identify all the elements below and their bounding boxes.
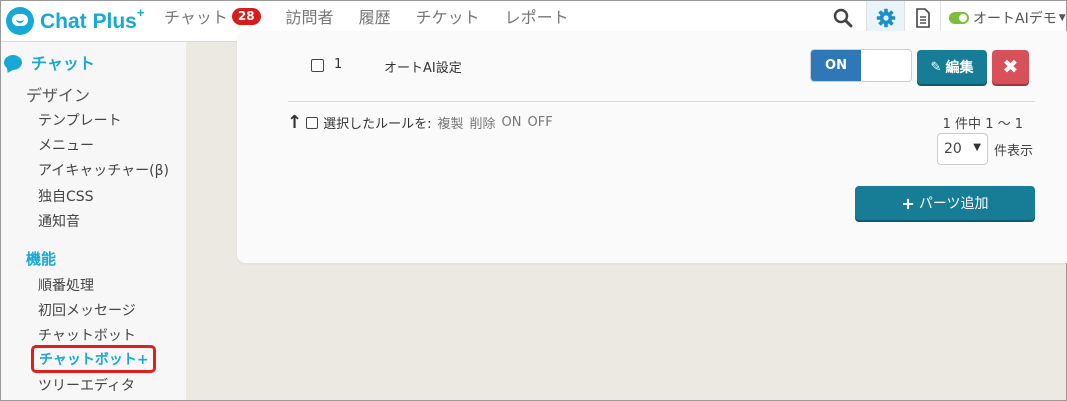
arrow-up-icon: ↑ <box>287 111 303 133</box>
result-count: 1 件中 1 ～ 1 <box>942 117 1023 132</box>
toggle-on-label: ON <box>811 50 861 81</box>
nav-chat-label: チャット <box>164 8 228 27</box>
rule-row-checkbox[interactable] <box>311 59 324 72</box>
account-name: オートAIデモ <box>973 11 1057 27</box>
sidebar-item-chatbot[interactable]: チャットボット <box>38 325 136 345</box>
nav-visitors[interactable]: 訪問者 <box>286 1 334 31</box>
chat-bubble-icon <box>4 54 22 70</box>
main-nav: チャット 28 訪問者 履歴 チケット レポート <box>164 1 594 31</box>
gear-icon <box>876 8 895 28</box>
rule-name: オートAI設定 <box>384 61 462 76</box>
caret-down-icon: ▼ <box>1058 13 1066 23</box>
nav-tickets[interactable]: チケット <box>416 1 480 31</box>
sidebar-header-chat[interactable]: チャット <box>4 50 95 74</box>
sidebar-item-notification-sound[interactable]: 通知音 <box>38 211 80 231</box>
close-icon: ✖ <box>1002 56 1019 78</box>
document-button[interactable] <box>904 1 940 35</box>
search-icon <box>833 8 853 28</box>
sidebar-header-label: チャット <box>31 54 95 73</box>
bulk-on-link[interactable]: ON <box>502 115 522 130</box>
sidebar-item-first-message[interactable]: 初回メッセージ <box>38 300 136 320</box>
chat-count-badge: 28 <box>231 7 261 25</box>
chevron-down-icon: ▼ <box>973 142 981 153</box>
rule-number: 1 <box>334 57 343 72</box>
nav-chat[interactable]: チャット 28 <box>164 1 261 31</box>
sidebar-item-chatbot-plus[interactable]: チャットボット+ <box>31 345 156 373</box>
select-all-checkbox[interactable] <box>306 116 319 129</box>
bulk-actions: ↑ 選択したルールを: 複製 削除 ON OFF <box>287 113 553 132</box>
bulk-duplicate-link[interactable]: 複製 <box>437 113 463 132</box>
nav-reports[interactable]: レポート <box>505 1 569 31</box>
bulk-label: 選択したルールを: <box>323 117 432 132</box>
add-parts-button[interactable]: + パーツ追加 <box>855 186 1035 220</box>
sidebar: チャット デザイン テンプレート メニュー アイキャッチャー(β) 独自CSS … <box>1 42 186 400</box>
rule-on-off-toggle[interactable]: ON <box>810 49 912 82</box>
sidebar-item-queue[interactable]: 順番処理 <box>38 275 94 295</box>
sidebar-category-design[interactable]: デザイン <box>26 82 90 106</box>
divider <box>288 101 1035 102</box>
search-button[interactable] <box>826 1 860 35</box>
bulk-off-link[interactable]: OFF <box>527 115 552 130</box>
top-icon-group: オートAIデモ ▼ <box>826 1 1066 35</box>
sidebar-item-tree-editor[interactable]: ツリーエディタ <box>38 375 135 395</box>
document-icon <box>915 8 930 28</box>
chatplus-logo-icon <box>6 7 34 35</box>
brand-name: Chat Plus+ <box>40 5 145 33</box>
per-page-control: 20 ▼ 件表示 <box>937 133 1033 165</box>
delete-button[interactable]: ✖ <box>992 50 1029 84</box>
edit-button-label: 編集 <box>945 60 974 76</box>
account-status-menu[interactable]: オートAIデモ ▼ <box>940 1 1066 35</box>
sidebar-item-template[interactable]: テンプレート <box>38 110 122 130</box>
add-parts-label: パーツ追加 <box>918 196 989 212</box>
nav-history[interactable]: 履歴 <box>359 1 391 31</box>
online-toggle-icon <box>949 12 969 24</box>
sidebar-item-custom-css[interactable]: 独自CSS <box>38 186 94 206</box>
chatplus-logo[interactable]: Chat Plus+ <box>6 5 145 36</box>
edit-button[interactable]: ✎ 編集 <box>917 50 987 84</box>
per-page-value: 20 <box>944 141 962 157</box>
plus-icon: + <box>901 193 915 213</box>
bulk-delete-link[interactable]: 削除 <box>470 113 496 132</box>
per-page-select[interactable]: 20 ▼ <box>937 133 988 165</box>
sidebar-item-menu[interactable]: メニュー <box>38 135 94 155</box>
settings-button[interactable] <box>866 1 904 35</box>
sidebar-category-features[interactable]: 機能 <box>26 248 56 269</box>
per-page-suffix: 件表示 <box>994 143 1034 159</box>
sidebar-item-eyecatcher[interactable]: アイキャッチャー(β) <box>38 160 169 180</box>
pencil-icon: ✎ <box>930 59 942 75</box>
